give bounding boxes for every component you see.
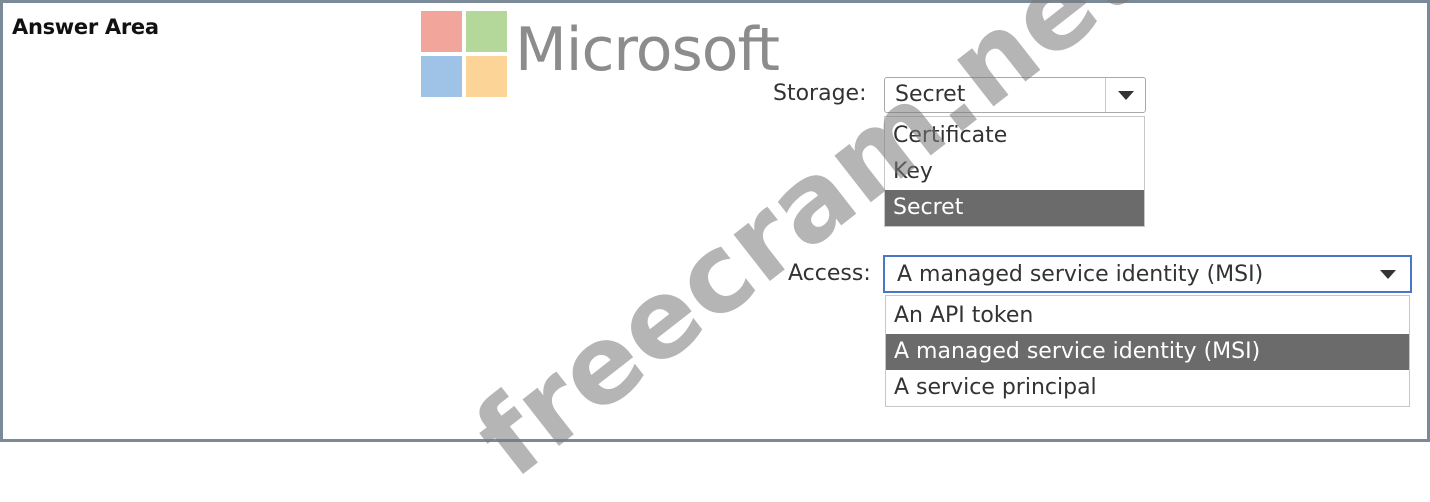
access-dropdown-list: An API token A managed service identity … — [885, 295, 1410, 407]
access-selected-value: A managed service identity (MSI) — [897, 262, 1264, 287]
logo-square-blue — [421, 56, 462, 97]
chevron-down-icon — [1380, 270, 1396, 279]
microsoft-logo-icon — [421, 11, 507, 97]
answer-area-frame: Answer Area Microsoft Storage: Secret Ce… — [0, 0, 1430, 502]
chevron-down-icon — [1117, 91, 1134, 100]
storage-option-key[interactable]: Key — [885, 154, 1144, 190]
storage-select[interactable]: Secret — [884, 77, 1146, 113]
access-option-api-token[interactable]: An API token — [886, 298, 1409, 334]
microsoft-logo-text: Microsoft — [515, 15, 780, 85]
access-option-msi[interactable]: A managed service identity (MSI) — [886, 334, 1409, 370]
access-label: Access: — [788, 261, 871, 286]
storage-dropdown-list: Certificate Key Secret — [884, 116, 1145, 227]
access-option-service-principal[interactable]: A service principal — [886, 370, 1409, 406]
answer-area-title: Answer Area — [12, 15, 159, 39]
storage-label: Storage: — [773, 81, 867, 106]
storage-option-certificate[interactable]: Certificate — [885, 118, 1144, 154]
logo-square-red — [421, 11, 462, 52]
logo-square-green — [466, 11, 507, 52]
storage-option-secret[interactable]: Secret — [885, 190, 1144, 226]
storage-dropdown-button[interactable] — [1105, 78, 1145, 112]
access-dropdown-button[interactable] — [1366, 257, 1410, 291]
logo-square-yellow — [466, 56, 507, 97]
access-select[interactable]: A managed service identity (MSI) — [883, 255, 1412, 293]
storage-selected-value: Secret — [895, 82, 966, 107]
